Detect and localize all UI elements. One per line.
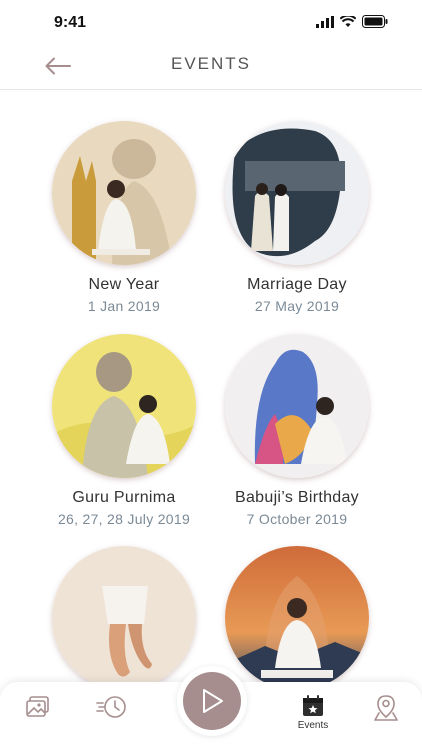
status-bar: 9:41 [0,0,422,44]
event-card[interactable] [29,546,219,682]
event-image-feet [52,546,196,682]
event-date: 7 October 2019 [246,511,348,527]
calendar-star-icon [303,695,323,716]
tab-label-events: Events [297,720,329,731]
event-card-babuji-birthday[interactable]: Babuji’s Birthday 7 October 2019 [202,334,392,527]
event-image-babuji-birthday [225,334,369,478]
play-icon [203,689,223,713]
signal-icon [316,15,334,28]
tab-events[interactable]: Events [293,694,333,734]
battery-icon [362,15,388,28]
event-image-new-year [52,121,196,265]
event-name: New Year [88,276,160,293]
nav-bar: EVENTS [0,44,422,90]
page-title: EVENTS [170,54,252,73]
event-date: 26, 27, 28 July 2019 [57,511,191,527]
event-image-marriage-day [225,121,369,265]
event-date: 27 May 2019 [254,298,340,314]
location-pin-icon [374,695,398,721]
tab-history[interactable] [92,694,132,734]
tab-location[interactable] [366,694,406,734]
event-name: Marriage Day [247,276,347,293]
event-card-marriage-day[interactable]: Marriage Day 27 May 2019 [202,121,392,314]
events-grid: New Year 1 Jan 2019 Marriage Day 27 May … [0,90,422,682]
event-card[interactable] [202,546,392,682]
event-card-new-year[interactable]: New Year 1 Jan 2019 [29,121,219,314]
event-name: Babuji’s Birthday [235,489,359,506]
play-button[interactable] [183,672,241,730]
status-time: 9:41 [54,14,87,31]
event-name: Guru Purnima [72,489,176,506]
history-icon [96,696,126,718]
status-icons [316,15,388,28]
wifi-icon [340,15,356,27]
event-image-guru-purnima [52,334,196,478]
event-date: 1 Jan 2019 [87,298,161,314]
gallery-icon [26,696,49,717]
event-image-meditation [225,546,369,682]
tab-gallery[interactable] [18,694,58,734]
play-button-wrapper [177,666,247,736]
event-card-guru-purnima[interactable]: Guru Purnima 26, 27, 28 July 2019 [29,334,219,527]
